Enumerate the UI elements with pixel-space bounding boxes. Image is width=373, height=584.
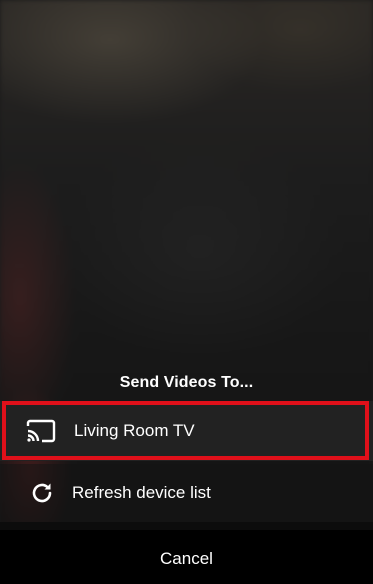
sheet-title: Send Videos To... <box>119 374 254 391</box>
device-item-label: Living Room TV <box>74 421 195 440</box>
cast-icon <box>26 419 56 443</box>
cancel-label: Cancel <box>160 549 213 568</box>
device-item-living-room-tv[interactable]: Living Room TV <box>0 401 373 461</box>
divider <box>0 522 373 530</box>
cancel-button[interactable]: Cancel <box>0 530 373 584</box>
refresh-label: Refresh device list <box>72 483 211 502</box>
refresh-device-list-button[interactable]: Refresh device list <box>0 464 373 522</box>
cast-device-picker-screen: Send Videos To... Living Room TV Refresh… <box>0 0 373 584</box>
refresh-icon <box>30 481 54 505</box>
